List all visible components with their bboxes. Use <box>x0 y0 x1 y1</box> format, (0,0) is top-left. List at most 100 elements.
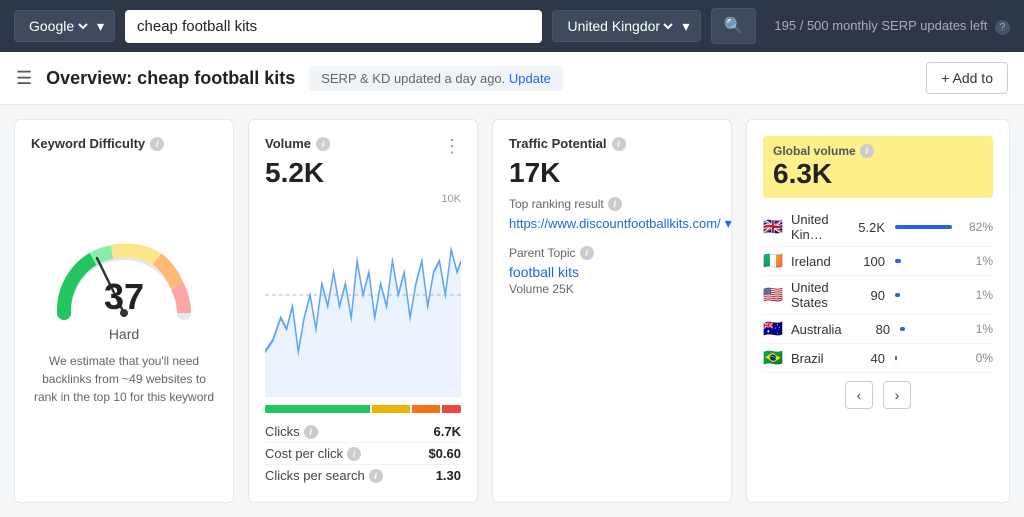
clicks-row: Clicks i 6.7K <box>265 421 461 443</box>
dropdown-arrow-icon[interactable]: ▾ <box>725 215 732 232</box>
global-help-icon[interactable]: i <box>860 144 874 158</box>
top-ranking-label: Top ranking result i <box>509 197 715 211</box>
country-volume-0: 5.2K <box>840 220 885 235</box>
country-pct-4: 0% <box>961 351 993 365</box>
update-link[interactable]: Update <box>509 71 551 86</box>
country-volume-2: 90 <box>840 288 885 303</box>
cps-help-icon[interactable]: i <box>369 469 383 483</box>
flag-2: 🇺🇸 <box>763 285 785 305</box>
country-volume-3: 80 <box>848 322 891 337</box>
add-to-button[interactable]: + Add to <box>926 62 1008 94</box>
country-name-0: United Kin… <box>791 212 834 242</box>
volume-more-icon[interactable]: ⋮ <box>443 136 461 157</box>
country-bar-wrap-3 <box>900 327 957 331</box>
bar-green <box>265 405 370 413</box>
country-name-2: United States <box>791 280 834 310</box>
country-bar-3 <box>900 327 905 331</box>
cpc-row: Cost per click i $0.60 <box>265 443 461 465</box>
top-bar: Google ▾ United Kingdor ▾ 🔍 195 / 500 mo… <box>0 0 1024 52</box>
traffic-help-icon[interactable]: i <box>612 137 626 151</box>
search-engine-select[interactable]: Google ▾ <box>14 10 115 42</box>
volume-chart: 10K <box>265 193 461 397</box>
country-bar-wrap-0 <box>895 225 955 229</box>
country-bar-wrap-4 <box>895 356 955 360</box>
cpc-help-icon[interactable]: i <box>347 447 361 461</box>
kd-label: Hard <box>109 326 139 342</box>
country-pct-0: 82% <box>961 220 993 234</box>
country-name-3: Australia <box>791 322 842 337</box>
keyword-difficulty-card: Keyword Difficulty i <box>14 119 234 503</box>
volume-chart-svg <box>265 193 461 397</box>
chart-y-label: 10K <box>441 193 461 205</box>
parent-topic-volume: Volume 25K <box>509 282 715 296</box>
clicks-value: 6.7K <box>434 424 461 439</box>
kd-title: Keyword Difficulty i <box>31 136 217 151</box>
kd-gauge: 37 <box>49 238 199 318</box>
country-bar-1 <box>895 259 901 263</box>
hamburger-icon[interactable]: ☰ <box>16 68 32 89</box>
serp-notice: SERP & KD updated a day ago. Update <box>309 66 563 91</box>
country-row-3: 🇦🇺 Australia 80 1% <box>763 315 993 344</box>
country-bar-4 <box>895 356 897 360</box>
country-name-1: Ireland <box>791 254 834 269</box>
volume-card: Volume i ⋮ 5.2K 10K Clicks <box>248 119 478 503</box>
parent-topic-value[interactable]: football kits <box>509 264 715 280</box>
global-badge: Global volume i 6.3K <box>763 136 993 198</box>
kd-gauge-container: 37 Hard We estimate that you'll need bac… <box>31 157 217 486</box>
country-dropdown[interactable]: United Kingdor <box>563 17 676 35</box>
prev-page-button[interactable]: ‹ <box>845 381 873 409</box>
chevron-down-icon: ▾ <box>97 18 104 35</box>
search-button[interactable]: 🔍 <box>711 8 757 44</box>
top-ranking-url[interactable]: https://www.discountfootballkits.com/ <box>509 216 721 231</box>
country-row-4: 🇧🇷 Brazil 40 0% <box>763 344 993 373</box>
clicks-help-icon[interactable]: i <box>304 425 318 439</box>
global-value: 6.3K <box>773 158 983 190</box>
search-engine-dropdown[interactable]: Google <box>25 17 91 35</box>
country-pct-1: 1% <box>961 254 993 268</box>
flag-4: 🇧🇷 <box>763 348 785 368</box>
kd-value: 37 <box>104 276 144 318</box>
sub-header: ☰ Overview: cheap football kits SERP & K… <box>0 52 1024 105</box>
traffic-card: Traffic Potential i 17K Top ranking resu… <box>492 119 732 503</box>
parent-topic-label: Parent Topic i <box>509 246 715 260</box>
flag-1: 🇮🇪 <box>763 251 785 271</box>
flag-0: 🇬🇧 <box>763 217 785 237</box>
country-bar-wrap-1 <box>895 259 955 263</box>
keyword-input[interactable] <box>125 10 542 43</box>
volume-title: Volume i <box>265 136 461 151</box>
kd-help-icon[interactable]: i <box>150 137 164 151</box>
country-bar-0 <box>895 225 952 229</box>
help-icon[interactable]: ? <box>995 20 1010 35</box>
parent-topic-help-icon[interactable]: i <box>580 246 594 260</box>
cps-value: 1.30 <box>436 468 461 483</box>
country-volume-1: 100 <box>840 254 885 269</box>
kd-description: We estimate that you'll need backlinks f… <box>31 352 217 406</box>
volume-help-icon[interactable]: i <box>316 137 330 151</box>
top-ranking-url-row: https://www.discountfootballkits.com/ ▾ <box>509 215 715 232</box>
country-bar-2 <box>895 293 900 297</box>
country-bar-wrap-2 <box>895 293 955 297</box>
clicks-bar <box>265 405 461 413</box>
next-page-button[interactable]: › <box>883 381 911 409</box>
flag-3: 🇦🇺 <box>763 319 785 339</box>
main-content: Keyword Difficulty i <box>0 105 1024 517</box>
country-pct-3: 1% <box>963 322 993 336</box>
country-row-1: 🇮🇪 Ireland 100 1% <box>763 247 993 276</box>
country-name-4: Brazil <box>791 351 834 366</box>
country-select[interactable]: United Kingdor ▾ <box>552 10 700 42</box>
cps-row: Clicks per search i 1.30 <box>265 465 461 486</box>
bar-yellow <box>372 405 410 413</box>
cpc-value: $0.60 <box>428 446 461 461</box>
global-volume-card: Global volume i 6.3K 🇬🇧 United Kin… 5.2K… <box>746 119 1010 503</box>
bar-orange <box>412 405 441 413</box>
page-title: Overview: cheap football kits <box>46 68 295 89</box>
country-pagination: ‹ › <box>763 381 993 409</box>
country-row-0: 🇬🇧 United Kin… 5.2K 82% <box>763 208 993 247</box>
traffic-value: 17K <box>509 157 715 189</box>
country-row-2: 🇺🇸 United States 90 1% <box>763 276 993 315</box>
top-ranking-help-icon[interactable]: i <box>608 197 622 211</box>
chevron-down-icon: ▾ <box>682 18 689 35</box>
bar-red <box>442 405 461 413</box>
country-list: 🇬🇧 United Kin… 5.2K 82% 🇮🇪 Ireland 100 1… <box>763 208 993 373</box>
volume-value: 5.2K <box>265 157 461 189</box>
